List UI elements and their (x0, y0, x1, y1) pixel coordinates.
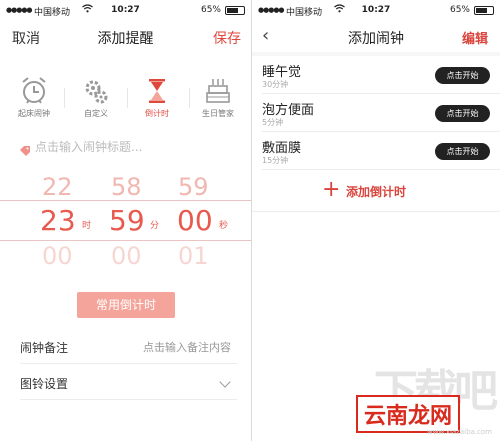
minute-prev: 58 (111, 173, 142, 201)
tab-divider (64, 88, 65, 108)
tab-birthday[interactable]: 生日管家 (188, 76, 248, 119)
tab-countdown[interactable]: 倒计时 (127, 76, 187, 119)
item-name: 敷面膜 (262, 141, 302, 156)
list-item[interactable]: 敷面膜 15分钟 点击开始 (262, 132, 500, 170)
note-label: 闹钟备注 (20, 341, 69, 355)
tab-custom[interactable]: 自定义 (66, 76, 126, 119)
alarm-clock-icon (20, 76, 48, 106)
add-reminder-screen: ●●●●● 中国移动 10:27 65% 取消 添加提醒 保存 起床闹钟 自定义 (0, 0, 251, 441)
start-button[interactable]: 点击开始 (435, 143, 490, 160)
title-input[interactable]: 点击输入闹钟标题... (20, 138, 237, 156)
watermark-site: www.xiazaiba.com (427, 428, 492, 436)
status-bar: ●●●●● 中国移动 10:27 65% (0, 0, 251, 22)
ringtone-row[interactable]: 图铃设置 (20, 366, 237, 400)
tag-icon (20, 141, 30, 156)
custom-gears-icon (82, 76, 110, 106)
picker-line-bottom (0, 240, 251, 241)
start-button[interactable]: 点击开始 (435, 67, 490, 84)
hour-next: 00 (42, 242, 73, 270)
note-input[interactable]: 点击输入备注内容 (143, 339, 231, 355)
title-placeholder: 点击输入闹钟标题... (35, 140, 143, 154)
nav-bar: ‹ 添加闹钟 编辑 (252, 22, 500, 52)
list-item[interactable]: 睡午觉 30分钟 点击开始 (262, 56, 500, 94)
second-selected[interactable]: 00 (177, 204, 213, 237)
chevron-down-icon (219, 376, 231, 388)
status-bar: ●●●●● 中国移动 10:27 65% (252, 0, 500, 22)
battery-icon (474, 6, 494, 15)
edit-button[interactable]: 编辑 (462, 28, 488, 47)
tab-label: 生日管家 (202, 109, 234, 118)
save-button[interactable]: 保存 (213, 28, 241, 48)
item-duration: 15分钟 (262, 156, 289, 165)
ringtone-label: 图铃设置 (20, 377, 69, 391)
common-countdown-button[interactable]: 常用倒计时 (77, 292, 175, 318)
tab-label: 起床闹钟 (18, 109, 50, 118)
second-next: 01 (178, 242, 209, 270)
countdown-list: 睡午觉 30分钟 点击开始 泡方便面 5分钟 点击开始 敷面膜 15分钟 点击开… (252, 56, 500, 170)
list-item[interactable]: 泡方便面 5分钟 点击开始 (262, 94, 500, 132)
hour-prev: 22 (42, 173, 73, 201)
second-prev: 59 (178, 173, 209, 201)
battery-percent: 65% (449, 5, 470, 15)
tab-label: 自定义 (84, 109, 108, 118)
minute-unit: 分 (150, 221, 160, 231)
battery-icon (225, 6, 245, 15)
start-button[interactable]: 点击开始 (435, 105, 490, 122)
nav-bar: 取消 添加提醒 保存 (0, 22, 251, 52)
note-row[interactable]: 闹钟备注 点击输入备注内容 (20, 330, 237, 364)
hour-unit: 时 (82, 221, 92, 231)
item-name: 泡方便面 (262, 103, 315, 118)
tab-wake-alarm[interactable]: 起床闹钟 (4, 76, 64, 119)
item-duration: 30分钟 (262, 80, 289, 89)
item-duration: 5分钟 (262, 118, 284, 127)
tab-label: 倒计时 (145, 109, 169, 118)
second-unit: 秒 (219, 221, 229, 231)
minute-selected[interactable]: 59 (109, 204, 145, 237)
minute-next: 00 (111, 242, 142, 270)
plus-icon: + (322, 177, 341, 202)
time-picker[interactable]: 22 23 时 00 58 59 分 00 59 00 秒 01 (0, 170, 251, 275)
hour-selected[interactable]: 23 (40, 204, 76, 237)
reminder-type-tabs: 起床闹钟 自定义 倒计时 生日管家 (0, 76, 251, 126)
birthday-cake-icon (204, 76, 232, 106)
add-countdown-label: 添加倒计时 (346, 185, 407, 199)
hourglass-icon (143, 76, 171, 106)
item-name: 睡午觉 (262, 65, 302, 80)
battery-percent: 65% (200, 5, 221, 15)
add-countdown-button[interactable]: + 添加倒计时 (252, 170, 500, 212)
